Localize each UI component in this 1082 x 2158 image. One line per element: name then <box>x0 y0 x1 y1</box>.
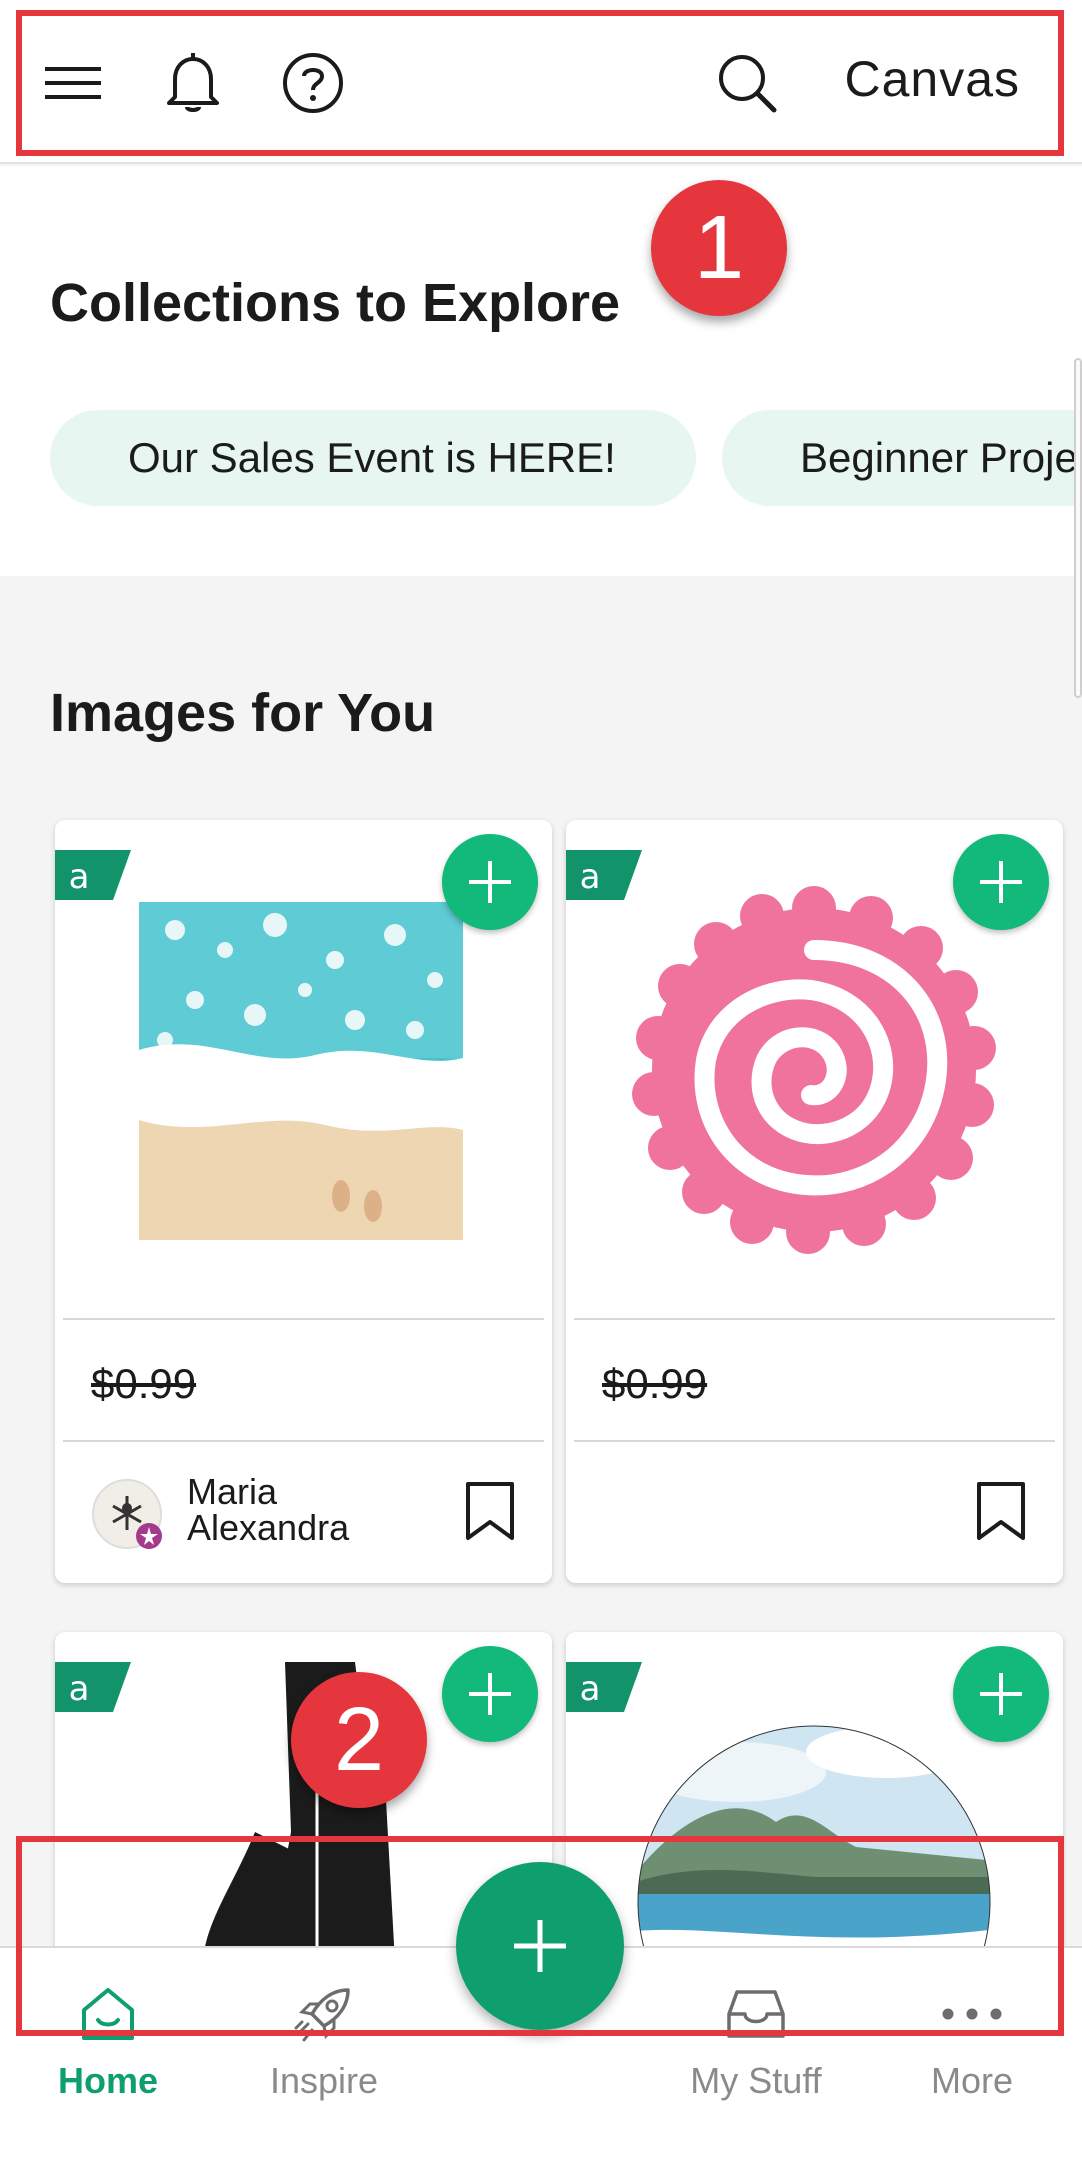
bookmark-icon[interactable] <box>973 1480 1029 1542</box>
collection-pill-label: Our Sales Event is HERE! <box>128 434 616 481</box>
divider <box>574 1318 1055 1320</box>
access-tag-icon: a <box>55 850 131 920</box>
add-to-canvas-button[interactable] <box>953 834 1049 930</box>
create-new-fab[interactable] <box>456 1862 624 2030</box>
add-to-canvas-button[interactable] <box>442 834 538 930</box>
plus-icon <box>980 861 1022 903</box>
more-dots-icon <box>936 1978 1008 2050</box>
nav-label: My Stuff <box>690 2060 822 2101</box>
divider <box>63 1318 544 1320</box>
annotation-marker: 2 <box>291 1672 427 1808</box>
access-tag-icon: a <box>566 850 642 920</box>
collections-section <box>0 166 1082 576</box>
nav-item-more[interactable]: More <box>882 1968 1062 2118</box>
canvas-link[interactable]: Canvas <box>844 50 1020 108</box>
svg-text:a: a <box>69 1669 90 1709</box>
image-card[interactable]: a $0.99 <box>566 820 1063 1583</box>
nav-item-my-stuff[interactable]: My Stuff <box>666 1968 846 2118</box>
collection-pill-beginner-projects[interactable]: Beginner Proje <box>722 410 1082 506</box>
collections-title: Collections to Explore <box>50 273 621 333</box>
image-card[interactable]: a $0.99 Maria Alexandra <box>55 820 552 1583</box>
bell-icon[interactable] <box>158 48 228 118</box>
home-icon <box>72 1978 144 2050</box>
access-tag-icon: a <box>55 1662 131 1732</box>
divider <box>63 1440 544 1442</box>
top-app-bar: Canvas <box>0 0 1082 164</box>
svg-text:a: a <box>69 857 90 897</box>
plus-icon <box>514 1920 566 1972</box>
images-for-you-title: Images for You <box>50 683 436 743</box>
nav-label: More <box>930 2060 1014 2101</box>
price-label: $0.99 <box>91 1360 197 1407</box>
rocket-icon <box>288 1978 360 2050</box>
avatar[interactable] <box>91 1478 163 1550</box>
svg-text:a: a <box>580 1669 601 1709</box>
nav-label: Inspire <box>269 2060 379 2101</box>
svg-text:a: a <box>580 857 601 897</box>
inbox-tray-icon <box>720 1978 792 2050</box>
nav-item-home[interactable]: Home <box>18 1968 198 2118</box>
plus-icon <box>469 1673 511 1715</box>
divider <box>574 1440 1055 1442</box>
hamburger-menu-icon[interactable] <box>38 48 108 118</box>
plus-icon <box>469 861 511 903</box>
search-icon[interactable] <box>712 48 782 118</box>
add-to-canvas-button[interactable] <box>953 1646 1049 1742</box>
collection-pill-sales-event[interactable]: Our Sales Event is HERE! <box>50 410 696 506</box>
scrollbar-thumb[interactable] <box>1074 358 1082 698</box>
add-to-canvas-button[interactable] <box>442 1646 538 1742</box>
collection-pill-label: Beginner Proje <box>800 434 1078 481</box>
bookmark-icon[interactable] <box>462 1480 518 1542</box>
help-icon[interactable] <box>278 48 348 118</box>
author-name[interactable]: Maria Alexandra <box>187 1474 407 1546</box>
price-label: $0.99 <box>602 1360 708 1407</box>
access-tag-icon: a <box>566 1662 642 1732</box>
nav-label: Home <box>57 2060 159 2101</box>
nav-item-inspire[interactable]: Inspire <box>234 1968 414 2118</box>
plus-icon <box>980 1673 1022 1715</box>
annotation-marker: 1 <box>651 180 787 316</box>
